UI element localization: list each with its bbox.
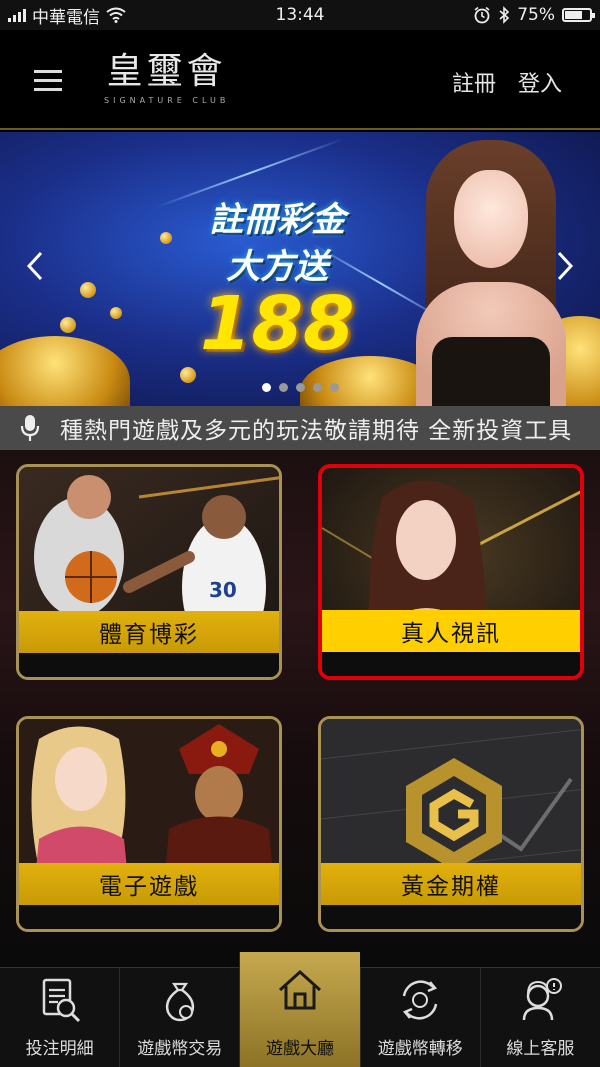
coin (60, 317, 76, 333)
card-title: 真人視訊 (322, 610, 580, 652)
coin (160, 232, 172, 244)
promo-line1: 註冊彩金 (209, 200, 346, 240)
money-bag-icon (165, 982, 194, 1022)
carousel-dot[interactable] (261, 383, 271, 392)
transfer-coin-icon (402, 980, 438, 1020)
card-title: 電子遊戲 (19, 863, 279, 905)
tab-label: 投注明細 (25, 1039, 94, 1059)
login-button[interactable]: 登入 (518, 66, 562, 98)
tab-label: 遊戲幣交易 (137, 1039, 223, 1059)
chevron-right-icon[interactable] (556, 250, 574, 290)
carousel-dots (0, 383, 600, 392)
tab-game-lobby[interactable]: 遊戲大廳 (239, 952, 360, 1067)
register-button[interactable]: 註冊 (452, 66, 496, 98)
alarm-icon (474, 6, 490, 24)
card-label: 黃金期權 (321, 863, 581, 929)
game-lobby: 30 體育博彩 真人視訊 電子遊戲 黃金期權 (0, 450, 600, 967)
card-title: 黃金期權 (321, 863, 581, 905)
bluetooth-icon (499, 6, 510, 24)
svg-text:30: 30 (209, 578, 237, 602)
card-title: 體育博彩 (19, 611, 279, 653)
tab-label: 遊戲幣轉移 (377, 1039, 463, 1059)
logo-title: 皇璽會 (106, 51, 227, 92)
tab-label: 遊戲大廳 (266, 1039, 334, 1059)
card-label: 真人視訊 (322, 610, 580, 676)
coin (110, 307, 122, 319)
card-label: 電子遊戲 (19, 863, 279, 929)
coin (180, 367, 196, 383)
microphone-icon (0, 414, 60, 442)
game-card-slots[interactable]: 電子遊戲 (16, 716, 282, 932)
bottom-tab-bar: 投注明細 遊戲幣交易 遊戲大廳 遊戲幣轉移 線上客服 (0, 952, 600, 1067)
tab-customer-service[interactable]: 線上客服 (479, 968, 600, 1067)
coin (80, 282, 96, 298)
promo-amount: 188 (200, 281, 355, 367)
tab-coin-transfer[interactable]: 遊戲幣轉移 (359, 968, 480, 1067)
carousel-dot[interactable] (329, 383, 339, 392)
logo: 皇璽會 SIGNATURE CLUB (104, 51, 230, 106)
gold-pile-left (0, 336, 130, 406)
tab-bet-history[interactable]: 投注明細 (0, 968, 119, 1067)
tab-coin-trade[interactable]: 遊戲幣交易 (119, 968, 239, 1067)
bet-receipt-icon (42, 978, 80, 1023)
carousel-dot[interactable] (295, 383, 305, 392)
app-header: 皇璽會 SIGNATURE CLUB 註冊 登入 (0, 30, 600, 130)
banner-model-image (416, 132, 576, 406)
announcement-marquee: 種熱門遊戲及多元的玩法敬請期待 全新投資工具 (0, 406, 600, 450)
game-card-sports[interactable]: 30 體育博彩 (16, 464, 282, 680)
tab-label: 線上客服 (506, 1039, 575, 1059)
game-card-gold-options[interactable]: 黃金期權 (318, 716, 584, 932)
carousel-dot[interactable] (278, 383, 288, 392)
battery-percent: 75% (517, 5, 555, 25)
game-card-live-casino[interactable]: 真人視訊 (318, 464, 584, 680)
battery-icon (562, 8, 595, 22)
customer-service-icon (523, 978, 563, 1021)
promo-banner[interactable]: 註冊彩金 大方送 188 (0, 132, 600, 406)
chevron-left-icon[interactable] (26, 250, 44, 290)
logo-subtitle: SIGNATURE CLUB (104, 96, 230, 105)
card-label: 體育博彩 (19, 611, 279, 677)
hamburger-menu-icon[interactable] (34, 70, 62, 92)
carousel-dot[interactable] (312, 383, 322, 392)
home-icon (278, 969, 322, 1010)
announcement-text: 種熱門遊戲及多元的玩法敬請期待 全新投資工具 (60, 418, 573, 444)
promo-text: 註冊彩金 大方送 188 (200, 192, 355, 367)
status-bar: 中華電信 13:44 75% (0, 0, 600, 30)
